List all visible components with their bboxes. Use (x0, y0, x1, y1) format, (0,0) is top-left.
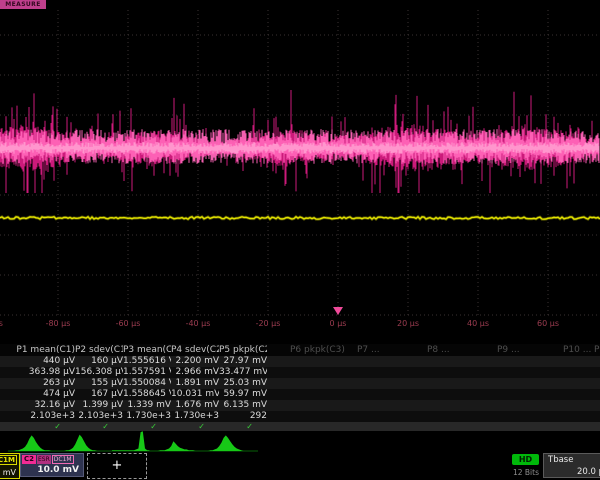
table-cell: 2.103e+3 (0, 411, 75, 422)
param-header[interactable]: P1 mean(C1) (0, 344, 75, 356)
time-axis-label: -20 µs (256, 319, 281, 328)
time-axis-label: -40 µs (186, 319, 211, 328)
time-axis-label: 0 µs (330, 319, 347, 328)
c2-label: C2 (22, 455, 36, 464)
table-row: 263 µV155 µV1.550084 V1.891 mV25.03 mV (0, 378, 600, 389)
time-axis-label: 20 µs (397, 319, 419, 328)
table-cell: 1.730e+3 (171, 411, 219, 422)
table-cell: 440 µV (0, 356, 75, 367)
c2-scale-value: 10.0 mV (37, 465, 79, 475)
param-header-inactive[interactable]: P10 ... (563, 344, 591, 356)
table-cell: 1.399 µV (75, 400, 123, 411)
table-row: 32.16 µV1.399 µV1.339 mV1.676 mV6.135 mV (0, 400, 600, 411)
table-cell: 25.03 mV (219, 378, 267, 389)
add-trace-button[interactable]: + (87, 453, 147, 479)
param-header[interactable]: P4 sdev(C2) (171, 344, 219, 356)
c2-badges: C2 ESR DC1M (21, 454, 83, 464)
table-cell: 1.676 mV (171, 400, 219, 411)
param-header-inactive[interactable]: P9 ... (497, 344, 520, 356)
param-header-inactive[interactable]: P6 pkpk(C3) (290, 344, 345, 356)
param-header-inactive[interactable]: P11 (594, 344, 600, 356)
table-row: 440 µV160 µV1.555616 V2.200 mV27.97 mV (0, 356, 600, 367)
param-header-inactive[interactable]: P7 ... (357, 344, 380, 356)
table-cell: 156.308 µV (75, 367, 123, 378)
descriptor-bar: C1M 0 mV C2 ESR DC1M 10.0 mV + HD 12 Bit… (0, 452, 600, 480)
param-header[interactable]: P5 pkpk(C2) (219, 344, 267, 356)
channel-descriptor-c1[interactable]: C1M 0 mV (0, 453, 20, 479)
time-axis-label: -100 µs (0, 319, 3, 328)
table-cell: 363.98 µV (0, 367, 75, 378)
table-row: P1 mean(C1)P2 sdev(C1)P3 mean(C2)P4 sdev… (0, 344, 600, 356)
table-cell: 2.966 mV (171, 367, 219, 378)
measurement-table: P1 mean(C1)P2 sdev(C1)P3 mean(C2)P4 sdev… (0, 344, 600, 431)
table-cell: 1.555616 V (123, 356, 171, 367)
table-cell: 33.477 mV (219, 367, 267, 378)
table-cell: 59.97 mV (219, 389, 267, 400)
table-row: 363.98 µV156.308 µV1.557591 V2.966 mV33.… (0, 367, 600, 378)
timebase-descriptor[interactable]: Tbase 20.0 µs (543, 453, 600, 478)
table-cell: 1.558645 V (123, 389, 171, 400)
table-row: 2.103e+32.103e+31.730e+31.730e+3292 (0, 411, 600, 422)
time-axis-label: 60 µs (537, 319, 559, 328)
table-cell: 263 µV (0, 378, 75, 389)
histicon (206, 435, 243, 451)
trigger-position-marker[interactable] (333, 307, 343, 315)
table-cell: 1.730e+3 (123, 411, 171, 422)
time-axis-label: -80 µs (46, 319, 71, 328)
channel-descriptor-c2[interactable]: C2 ESR DC1M 10.0 mV (20, 453, 84, 477)
table-cell: 2.200 mV (171, 356, 219, 367)
histicon (158, 441, 195, 451)
time-axis-label: -60 µs (116, 319, 141, 328)
table-cell: 474 µV (0, 389, 75, 400)
histicon (14, 435, 51, 451)
table-cell: 160 µV (75, 356, 123, 367)
timebase-title: Tbase (544, 454, 600, 465)
c1-scale-value: 0 mV (0, 468, 16, 477)
hd-mode-badge[interactable]: HD (512, 454, 539, 465)
table-row: 474 µV167 µV1.558645 V10.031 mV59.97 mV (0, 389, 600, 400)
table-cell: 1.339 mV (123, 400, 171, 411)
table-cell: 167 µV (75, 389, 123, 400)
c2-eres-badge: ESR (37, 455, 51, 464)
table-cell: 2.103e+3 (75, 411, 123, 422)
table-cell: 292 (219, 411, 267, 422)
histicon (62, 435, 99, 451)
hd-bits-label: 12 Bits (508, 468, 544, 477)
param-header-inactive[interactable]: P8 ... (427, 344, 450, 356)
histicons-strip (0, 430, 600, 452)
table-cell: 32.16 µV (0, 400, 75, 411)
param-header[interactable]: P3 mean(C2) (123, 344, 171, 356)
oscilloscope-screen: MEASURE -100 µs-80 µs-60 µs-40 µs-20 µs0… (0, 0, 600, 480)
c1-coupling-badge: C1M (0, 455, 17, 465)
histicon (112, 431, 149, 451)
table-cell: 27.97 mV (219, 356, 267, 367)
table-cell: 1.557591 V (123, 367, 171, 378)
c2-coupling-badge: DC1M (52, 455, 74, 464)
timebase-value: 20.0 µs (544, 465, 600, 477)
table-cell: 1.550084 V (123, 378, 171, 389)
table-cell: 155 µV (75, 378, 123, 389)
time-axis-label: 40 µs (467, 319, 489, 328)
table-cell: 6.135 mV (219, 400, 267, 411)
param-header[interactable]: P2 sdev(C1) (75, 344, 123, 356)
table-cell: 1.891 mV (171, 378, 219, 389)
table-cell: 10.031 mV (171, 389, 219, 400)
